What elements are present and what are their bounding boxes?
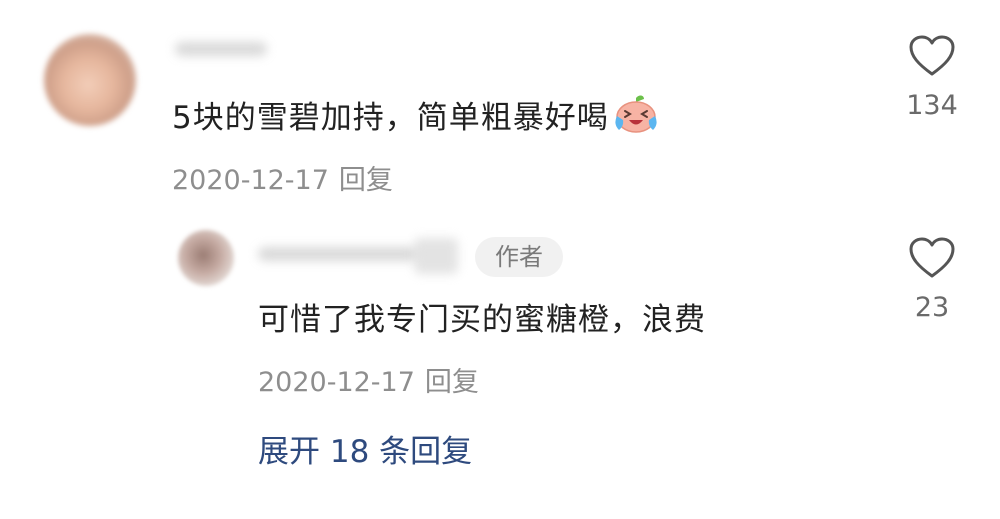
reply-meta: 2020-12-17 回复 (258, 360, 479, 399)
comment-date: 2020-12-17 (172, 165, 329, 196)
author-badge: 作者 (475, 237, 563, 277)
reply-username-blurred[interactable] (258, 247, 418, 261)
reply-reply-button[interactable]: 回复 (425, 367, 479, 398)
reply-like-count: 23 (914, 292, 950, 323)
crying-laughing-emoji-icon (613, 94, 659, 142)
heart-outline-icon[interactable] (896, 34, 968, 78)
reply-like-button[interactable]: 23 (896, 236, 968, 323)
comment-text: 5块的雪碧加持，简单粗暴好喝 (172, 92, 659, 142)
reply-user-badge-blurred (414, 238, 458, 274)
comment-username-blurred[interactable] (175, 42, 267, 56)
reply-text: 可惜了我专门买的蜜糖橙，浪费 (258, 302, 706, 338)
comment-like-count: 134 (906, 90, 958, 121)
expand-replies-link[interactable]: 展开 18 条回复 (258, 426, 472, 471)
comment-like-button[interactable]: 134 (896, 34, 968, 121)
comment-text-content: 5块的雪碧加持，简单粗暴好喝 (172, 100, 609, 136)
heart-outline-icon[interactable] (896, 236, 968, 280)
comment-meta: 2020-12-17 回复 (172, 158, 393, 197)
comment-reply-button[interactable]: 回复 (339, 165, 393, 196)
comment-avatar[interactable] (44, 34, 136, 126)
reply-date: 2020-12-17 (258, 367, 415, 398)
reply-avatar[interactable] (178, 230, 234, 286)
